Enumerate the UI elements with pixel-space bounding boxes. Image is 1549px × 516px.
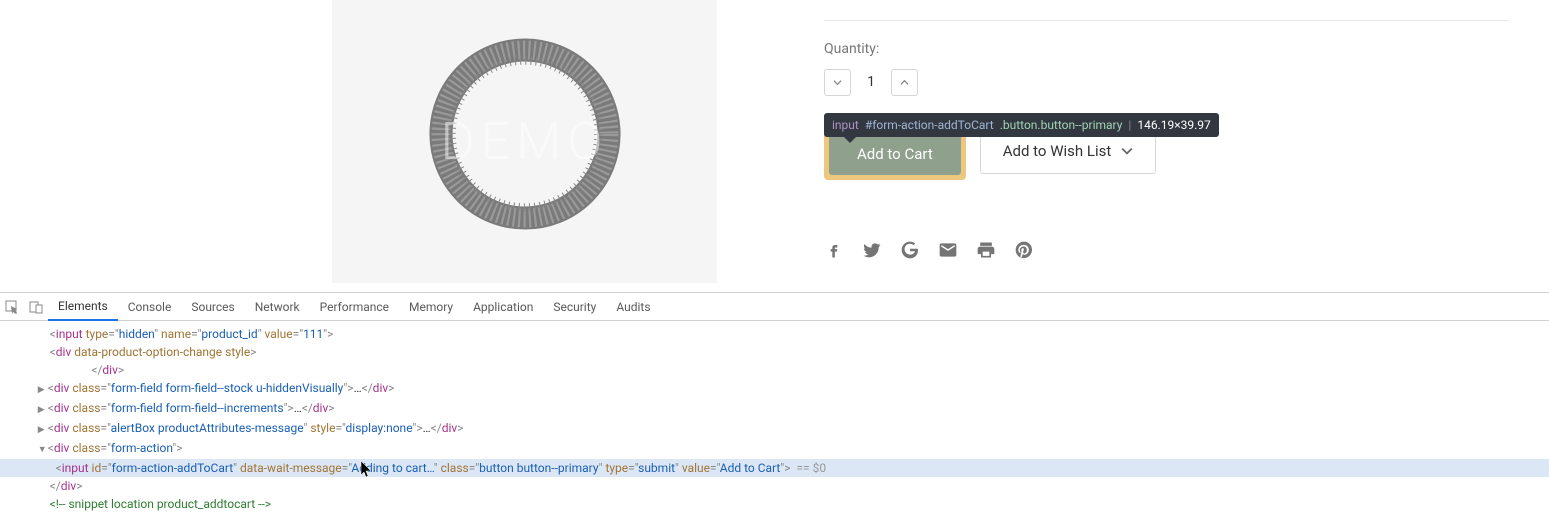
tooltip-tag: input xyxy=(832,118,859,132)
element-tooltip: input #form-action-addToCart .button.butto… xyxy=(824,113,1219,137)
devtools-tabs: ElementsConsoleSourcesNetworkPerformance… xyxy=(0,293,1549,321)
twitter-icon[interactable] xyxy=(862,240,882,260)
tooltip-id: #form-action-addToCart xyxy=(865,118,994,132)
print-icon[interactable] xyxy=(976,240,996,260)
tooltip-sep: | xyxy=(1128,118,1131,132)
devtools-tab-console[interactable]: Console xyxy=(118,293,182,321)
quantity-value: 1 xyxy=(859,69,883,96)
code-line[interactable]: <input type="hidden" name="product_id" v… xyxy=(0,325,1549,343)
code-line[interactable]: <div data-product-option-change style> xyxy=(0,343,1549,361)
elements-source[interactable]: <input type="hidden" name="product_id" v… xyxy=(0,321,1549,516)
quantity-label: Quantity: xyxy=(824,41,1509,57)
google-icon[interactable] xyxy=(900,240,920,260)
devtools-tab-memory[interactable]: Memory xyxy=(399,293,463,321)
devtools-tab-elements[interactable]: Elements xyxy=(48,293,118,321)
tooltip-dims: 146.19×39.97 xyxy=(1137,118,1210,132)
quantity-stepper: 1 xyxy=(824,69,1509,96)
code-line[interactable]: </div> xyxy=(0,477,1549,495)
product-page-area: DEMO Quantity: 1 Add to Cart Add to Wish… xyxy=(0,0,1549,292)
chevron-up-icon xyxy=(900,78,909,87)
devtools-tab-network[interactable]: Network xyxy=(245,293,310,321)
devtools-tab-security[interactable]: Security xyxy=(543,293,606,321)
pinterest-icon[interactable] xyxy=(1014,240,1034,260)
device-toolbar-icon[interactable] xyxy=(24,300,48,314)
code-line[interactable]: <div class="form-field form-field--stock… xyxy=(0,379,1549,399)
code-line[interactable]: <div class="form-action"> xyxy=(0,439,1549,459)
demo-watermark: DEMO xyxy=(441,111,609,172)
product-image: DEMO xyxy=(332,0,717,283)
devtools-tab-application[interactable]: Application xyxy=(463,293,543,321)
code-line[interactable]: <!-- snippet location product_addtocart … xyxy=(0,495,1549,513)
email-icon[interactable] xyxy=(938,240,958,260)
devtools-tab-sources[interactable]: Sources xyxy=(181,293,244,321)
devtools-panel: ElementsConsoleSourcesNetworkPerformance… xyxy=(0,292,1549,516)
chevron-down-icon xyxy=(833,78,842,87)
divider xyxy=(824,20,1509,21)
chevron-down-icon xyxy=(1121,145,1133,157)
code-line[interactable]: <div class="form-field form-field--incre… xyxy=(0,399,1549,419)
devtools-tab-audits[interactable]: Audits xyxy=(606,293,660,321)
quantity-decrease[interactable] xyxy=(824,69,851,96)
code-line[interactable]: <input id="form-action-addToCart" data-w… xyxy=(0,459,1549,477)
share-icons xyxy=(824,240,1509,260)
code-line[interactable]: </div> xyxy=(0,361,1549,379)
facebook-icon[interactable] xyxy=(824,240,844,260)
wishlist-label: Add to Wish List xyxy=(1003,142,1112,160)
inspect-element-icon[interactable] xyxy=(0,300,24,314)
tooltip-class: .button.button--primary xyxy=(1000,118,1123,132)
code-line[interactable]: <div class="alertBox productAttributes-m… xyxy=(0,419,1549,439)
devtools-tab-performance[interactable]: Performance xyxy=(310,293,399,321)
quantity-increase[interactable] xyxy=(891,69,918,96)
